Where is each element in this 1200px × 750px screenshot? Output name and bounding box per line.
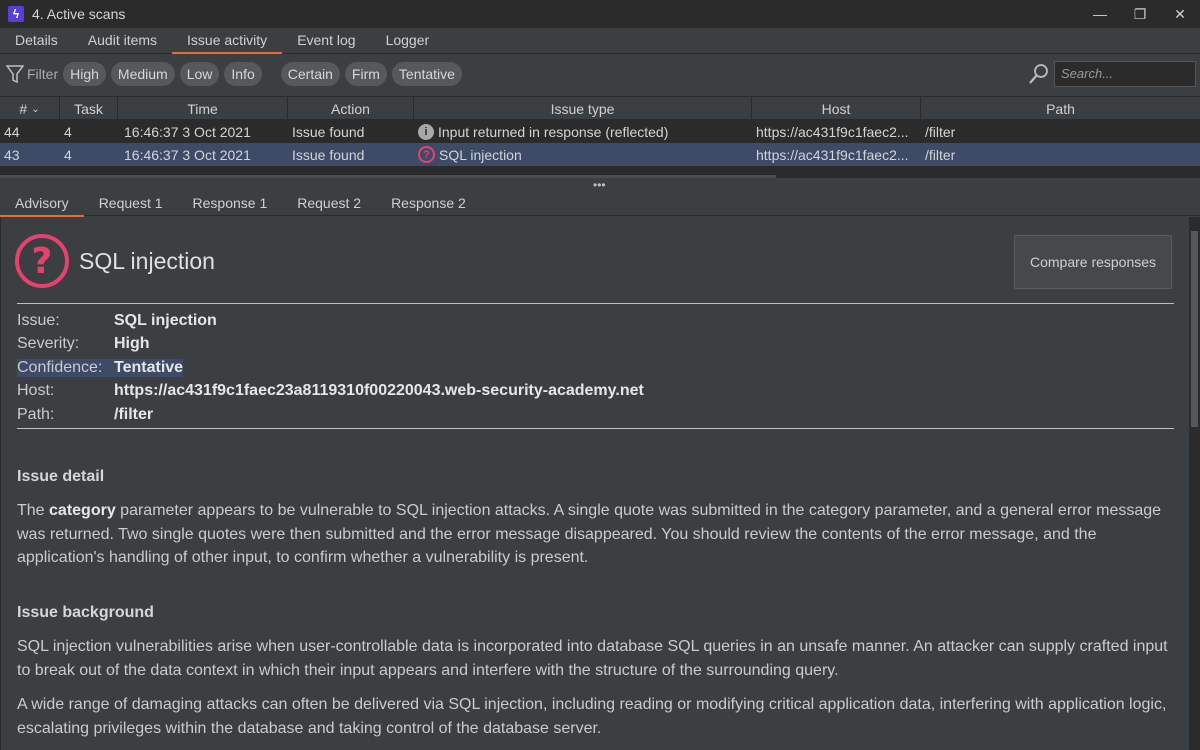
tab-request-1[interactable]: Request 1	[84, 190, 178, 216]
tab-details[interactable]: Details	[0, 32, 73, 53]
field-host: Host: https://ac431f9c1faec23a8119310f00…	[17, 382, 644, 400]
field-severity: Severity: High	[17, 335, 150, 353]
field-confidence: Confidence: Tentative	[17, 358, 184, 377]
row-time: 16:46:37 3 Oct 2021	[124, 146, 251, 163]
compare-responses-button[interactable]: Compare responses	[1014, 235, 1172, 289]
table-row[interactable]: 43 4 16:46:37 3 Oct 2021 Issue found ? SQ…	[0, 143, 1200, 166]
advisory-header: ? SQL injection	[15, 234, 215, 288]
row-number: 44	[4, 123, 20, 140]
filter-certain-button[interactable]: Certain	[280, 62, 340, 86]
issue-table: # ⌄ Task Time Action Issue type Host Path…	[0, 96, 1200, 182]
column-header-host[interactable]: Host	[752, 97, 921, 121]
column-header-action[interactable]: Action	[288, 97, 414, 121]
tab-event-log[interactable]: Event log	[282, 32, 370, 53]
issue-background-paragraph: A wide range of damaging attacks can oft…	[17, 696, 1167, 737]
tab-logger[interactable]: Logger	[371, 32, 445, 53]
issue-detail-heading: Issue detail	[17, 468, 105, 485]
row-time: 16:46:37 3 Oct 2021	[124, 123, 251, 140]
filter-firm-button[interactable]: Firm	[344, 62, 387, 86]
row-host: https://ac431f9c1faec2...	[756, 146, 909, 163]
pane-splitter[interactable]: •••	[0, 178, 1200, 192]
column-header-number[interactable]: # ⌄	[0, 97, 60, 121]
tab-advisory[interactable]: Advisory	[0, 190, 84, 217]
divider	[17, 303, 1174, 304]
row-number: 43	[4, 146, 20, 163]
question-icon: ?	[15, 234, 69, 288]
tab-response-2[interactable]: Response 2	[376, 190, 481, 216]
vertical-scrollbar[interactable]	[1189, 217, 1200, 750]
filter-high-button[interactable]: High	[63, 62, 106, 86]
filter-bar: Filter High Medium Low Info Certain Firm…	[0, 55, 1200, 93]
advisory-title: SQL injection	[79, 247, 215, 274]
info-icon: i	[418, 123, 434, 140]
column-header-issue-type[interactable]: Issue type	[414, 97, 752, 121]
filter-icon[interactable]	[6, 64, 24, 84]
tab-request-2[interactable]: Request 2	[282, 190, 376, 216]
issue-fields: Issue: SQL injection Severity: High Conf…	[17, 309, 817, 427]
filter-info-button[interactable]: Info	[224, 62, 262, 86]
column-header-task[interactable]: Task	[60, 97, 118, 121]
row-path: /filter	[925, 146, 956, 163]
field-path: Path: /filter	[17, 405, 154, 423]
sort-chevron-icon: ⌄	[31, 103, 40, 115]
burp-app-icon: ϟ	[8, 6, 24, 22]
question-icon: ?	[418, 146, 435, 163]
issue-background-heading: Issue background	[17, 604, 154, 621]
row-task: 4	[64, 123, 72, 140]
field-issue: Issue: SQL injection	[17, 311, 217, 329]
filter-tentative-button[interactable]: Tentative	[391, 62, 462, 86]
row-task: 4	[64, 146, 72, 163]
row-action: Issue found	[292, 123, 365, 140]
filter-low-button[interactable]: Low	[179, 62, 220, 86]
detail-tab-bar: Advisory Request 1 Response 1 Request 2 …	[0, 190, 1200, 217]
filter-medium-button[interactable]: Medium	[110, 62, 175, 86]
title-bar: ϟ 4. Active scans — ❐ ✕	[0, 0, 1200, 28]
row-path: /filter	[925, 123, 956, 140]
search-icon[interactable]	[1028, 63, 1050, 85]
close-button[interactable]: ✕	[1160, 0, 1200, 28]
divider	[17, 428, 1174, 429]
issue-background-paragraph: SQL injection vulnerabilities arise when…	[17, 638, 1168, 679]
restore-button[interactable]: ❐	[1120, 0, 1160, 28]
row-action: Issue found	[292, 146, 365, 163]
table-header: # ⌄ Task Time Action Issue type Host Path	[0, 96, 1200, 121]
row-issue-type: i Input returned in response (reflected)	[414, 120, 752, 143]
column-header-path[interactable]: Path	[921, 97, 1200, 121]
table-row[interactable]: 44 4 16:46:37 3 Oct 2021 Issue found i In…	[0, 120, 1200, 143]
tab-response-1[interactable]: Response 1	[178, 190, 283, 216]
tab-issue-activity[interactable]: Issue activity	[172, 32, 283, 54]
tab-audit-items[interactable]: Audit items	[73, 32, 172, 53]
minimize-button[interactable]: —	[1080, 0, 1120, 28]
window-title: 4. Active scans	[32, 6, 126, 22]
issue-detail-text: The category parameter appears to be vul…	[17, 502, 1162, 566]
search-input[interactable]: Search...	[1054, 61, 1196, 87]
filter-label[interactable]: Filter	[27, 66, 58, 82]
row-host: https://ac431f9c1faec2...	[756, 123, 909, 140]
advisory-panel: ? SQL injection Compare responses Issue:…	[0, 217, 1189, 750]
scrollbar-thumb[interactable]	[1191, 231, 1198, 427]
row-issue-type: ? SQL injection	[414, 143, 752, 166]
top-tab-bar: Details Audit items Issue activity Event…	[0, 28, 1200, 54]
column-header-time[interactable]: Time	[118, 97, 288, 121]
window-controls: — ❐ ✕	[1080, 0, 1200, 28]
